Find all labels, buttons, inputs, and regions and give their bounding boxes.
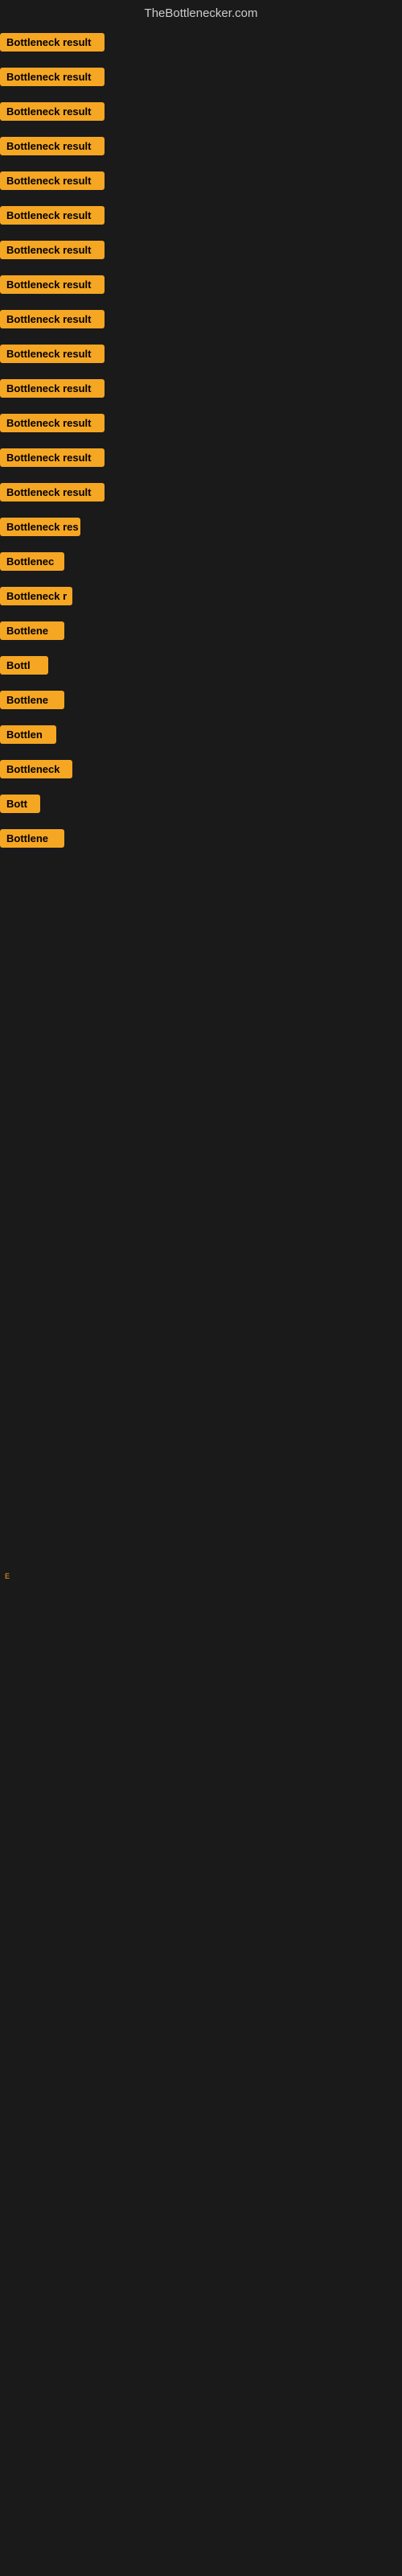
list-item: Bottleneck result	[0, 310, 402, 328]
bottleneck-badge[interactable]: Bottlene	[0, 621, 64, 640]
list-item: Bottleneck	[0, 760, 402, 778]
bottom-label: E	[5, 1572, 10, 1580]
list-item: Bottleneck result	[0, 414, 402, 432]
list-item: Bottleneck result	[0, 241, 402, 259]
list-item: Bottleneck result	[0, 483, 402, 502]
list-item: Bottlen	[0, 725, 402, 744]
bottleneck-badge[interactable]: Bottl	[0, 656, 48, 675]
bottleneck-badge[interactable]: Bottleneck result	[0, 414, 105, 432]
bottleneck-badge[interactable]: Bottleneck res	[0, 518, 80, 536]
bottleneck-badge[interactable]: Bottleneck r	[0, 587, 72, 605]
list-item: Bottleneck result	[0, 171, 402, 190]
list-item: Bottl	[0, 656, 402, 675]
bottleneck-badge[interactable]: Bottleneck result	[0, 379, 105, 398]
bottleneck-badge[interactable]: Bottleneck	[0, 760, 72, 778]
list-item: Bottlene	[0, 829, 402, 848]
list-item: Bottlene	[0, 691, 402, 709]
list-item: Bottlenec	[0, 552, 402, 571]
site-header: TheBottlenecker.com	[0, 0, 402, 30]
list-item: Bottleneck result	[0, 33, 402, 52]
bottleneck-badge[interactable]: Bottleneck result	[0, 137, 105, 155]
bottleneck-badge[interactable]: Bottleneck result	[0, 241, 105, 259]
list-item: Bottleneck result	[0, 102, 402, 121]
bottleneck-badge[interactable]: Bottleneck result	[0, 33, 105, 52]
list-item: Bottleneck result	[0, 448, 402, 467]
bottleneck-badge[interactable]: Bottleneck result	[0, 102, 105, 121]
list-item: Bott	[0, 795, 402, 813]
bottleneck-badge[interactable]: Bottleneck result	[0, 345, 105, 363]
list-item: Bottleneck result	[0, 345, 402, 363]
list-item: Bottleneck result	[0, 379, 402, 398]
list-item: Bottleneck result	[0, 68, 402, 86]
bottleneck-badge[interactable]: Bottleneck result	[0, 68, 105, 86]
bottleneck-badge[interactable]: Bottleneck result	[0, 448, 105, 467]
list-item: Bottlene	[0, 621, 402, 640]
bottleneck-badge[interactable]: Bottleneck result	[0, 483, 105, 502]
bottom-area: E	[0, 864, 402, 1588]
bottleneck-badge[interactable]: Bottlen	[0, 725, 56, 744]
list-item: Bottleneck r	[0, 587, 402, 605]
bottleneck-badge[interactable]: Bottlene	[0, 829, 64, 848]
list-item: Bottleneck result	[0, 206, 402, 225]
list-item: Bottleneck res	[0, 518, 402, 536]
items-container: Bottleneck result Bottleneck result Bottle…	[0, 30, 402, 848]
bottleneck-badge[interactable]: Bottlene	[0, 691, 64, 709]
bottleneck-badge[interactable]: Bottlenec	[0, 552, 64, 571]
bottleneck-badge[interactable]: Bott	[0, 795, 40, 813]
bottleneck-badge[interactable]: Bottleneck result	[0, 275, 105, 294]
site-title: TheBottlenecker.com	[145, 6, 258, 20]
bottleneck-badge[interactable]: Bottleneck result	[0, 171, 105, 190]
list-item: Bottleneck result	[0, 275, 402, 294]
list-item: Bottleneck result	[0, 137, 402, 155]
bottleneck-badge[interactable]: Bottleneck result	[0, 310, 105, 328]
bottleneck-badge[interactable]: Bottleneck result	[0, 206, 105, 225]
